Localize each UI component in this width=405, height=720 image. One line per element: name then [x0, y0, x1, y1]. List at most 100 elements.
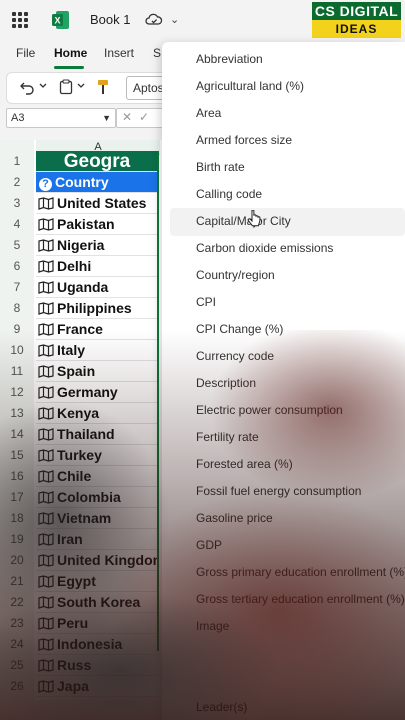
- row-number[interactable]: 9: [0, 319, 34, 340]
- title-chevron-icon[interactable]: ⌄: [170, 13, 179, 26]
- country-cell[interactable]: Turkey: [36, 445, 158, 466]
- geography-map-icon[interactable]: [38, 218, 54, 231]
- dropdown-item[interactable]: Capital/Major City: [196, 214, 291, 228]
- dropdown-item[interactable]: Image: [196, 619, 229, 633]
- tab-insert[interactable]: Insert: [104, 46, 134, 60]
- format-painter-icon[interactable]: [97, 79, 109, 95]
- dropdown-item[interactable]: Fossil fuel energy consumption: [196, 484, 361, 498]
- geography-map-icon[interactable]: [38, 512, 54, 525]
- row-number[interactable]: 23: [0, 613, 34, 634]
- dropdown-item[interactable]: Gross tertiary education enrollment (%): [196, 592, 405, 606]
- enter-icon[interactable]: ✓: [139, 110, 149, 124]
- country-cell[interactable]: Germany: [36, 382, 158, 403]
- row-number[interactable]: 11: [0, 361, 34, 382]
- name-box-dropdown-icon[interactable]: ▼: [102, 109, 111, 127]
- geography-map-icon[interactable]: [38, 260, 54, 273]
- country-cell[interactable]: Indonesia: [36, 634, 158, 655]
- country-cell[interactable]: Japa: [36, 676, 158, 697]
- geography-map-icon[interactable]: [38, 659, 54, 672]
- dropdown-item[interactable]: CPI Change (%): [196, 322, 283, 336]
- dropdown-item[interactable]: Fertility rate: [196, 430, 259, 444]
- geography-map-icon[interactable]: [38, 554, 54, 567]
- row-number[interactable]: 25: [0, 655, 34, 676]
- row-number[interactable]: 6: [0, 256, 34, 277]
- name-box[interactable]: A3 ▼: [6, 108, 116, 128]
- dropdown-item[interactable]: Electric power consumption: [196, 403, 343, 417]
- dropdown-item[interactable]: Abbreviation: [196, 52, 263, 66]
- row-number[interactable]: 17: [0, 487, 34, 508]
- geography-map-icon[interactable]: [38, 428, 54, 441]
- tab-home[interactable]: Home: [54, 46, 87, 60]
- row-number[interactable]: 7: [0, 277, 34, 298]
- row-number[interactable]: 10: [0, 340, 34, 361]
- geography-map-icon[interactable]: [38, 533, 54, 546]
- row-number[interactable]: 13: [0, 403, 34, 424]
- country-cell[interactable]: Vietnam: [36, 508, 158, 529]
- geography-map-icon[interactable]: [38, 617, 54, 630]
- geography-map-icon[interactable]: [38, 449, 54, 462]
- dropdown-item[interactable]: Description: [196, 376, 256, 390]
- dropdown-item[interactable]: Forested area (%): [196, 457, 293, 471]
- geography-map-icon[interactable]: [38, 386, 54, 399]
- country-cell[interactable]: Iran: [36, 529, 158, 550]
- country-cell[interactable]: United States: [36, 193, 158, 214]
- geography-map-icon[interactable]: [38, 197, 54, 210]
- row-number[interactable]: 2: [0, 172, 34, 193]
- country-cell[interactable]: France: [36, 319, 158, 340]
- dropdown-item[interactable]: Area: [196, 106, 221, 120]
- geography-map-icon[interactable]: [38, 680, 54, 693]
- row-number[interactable]: 26: [0, 676, 34, 697]
- tab-file[interactable]: File: [16, 46, 35, 60]
- country-cell[interactable]: Italy: [36, 340, 158, 361]
- app-launcher-icon[interactable]: [12, 12, 28, 28]
- geography-map-icon[interactable]: [38, 638, 54, 651]
- row-number[interactable]: 14: [0, 424, 34, 445]
- document-title[interactable]: Book 1: [90, 12, 130, 27]
- dropdown-item[interactable]: Carbon dioxide emissions: [196, 241, 333, 255]
- row-number[interactable]: 12: [0, 382, 34, 403]
- country-cell[interactable]: Chile: [36, 466, 158, 487]
- geography-map-icon[interactable]: [38, 596, 54, 609]
- geography-map-icon[interactable]: [38, 470, 54, 483]
- row-number[interactable]: 8: [0, 298, 34, 319]
- geography-map-icon[interactable]: [38, 344, 54, 357]
- row-number[interactable]: 22: [0, 592, 34, 613]
- dropdown-item[interactable]: Birth rate: [196, 160, 245, 174]
- geography-map-icon[interactable]: [38, 575, 54, 588]
- paste-icon[interactable]: [59, 79, 73, 95]
- dropdown-item[interactable]: Agricultural land (%): [196, 79, 304, 93]
- geography-map-icon[interactable]: [38, 302, 54, 315]
- row-number[interactable]: 19: [0, 529, 34, 550]
- geography-map-icon[interactable]: [38, 239, 54, 252]
- row-number[interactable]: 15: [0, 445, 34, 466]
- paste-dropdown-icon[interactable]: [77, 83, 85, 89]
- cloud-saved-icon[interactable]: [145, 11, 163, 29]
- dropdown-item[interactable]: GDP: [196, 538, 222, 552]
- dropdown-item[interactable]: Armed forces size: [196, 133, 292, 147]
- country-cell[interactable]: Nigeria: [36, 235, 158, 256]
- header-cell[interactable]: Geogra: [36, 151, 158, 172]
- row-number[interactable]: 18: [0, 508, 34, 529]
- row-number[interactable]: 3: [0, 193, 34, 214]
- row-number[interactable]: 16: [0, 466, 34, 487]
- cancel-icon[interactable]: ✕: [122, 110, 132, 124]
- dropdown-item[interactable]: Currency code: [196, 349, 274, 363]
- dropdown-item-leaders[interactable]: Leader(s): [196, 700, 247, 714]
- country-cell[interactable]: Colombia: [36, 487, 158, 508]
- geography-map-icon[interactable]: [38, 407, 54, 420]
- country-cell[interactable]: Delhi: [36, 256, 158, 277]
- geography-map-icon[interactable]: [38, 323, 54, 336]
- row-number[interactable]: 5: [0, 235, 34, 256]
- dropdown-item[interactable]: Country/region: [196, 268, 275, 282]
- undo-icon[interactable]: [19, 79, 35, 95]
- tab-share-partial[interactable]: S: [153, 46, 161, 60]
- undo-dropdown-icon[interactable]: [39, 83, 47, 89]
- dropdown-item[interactable]: CPI: [196, 295, 216, 309]
- geography-map-icon[interactable]: [38, 281, 54, 294]
- row-number[interactable]: 1: [0, 151, 34, 172]
- dropdown-item[interactable]: Gross primary education enrollment (%): [196, 565, 405, 579]
- row-number[interactable]: 4: [0, 214, 34, 235]
- country-cell[interactable]: Uganda: [36, 277, 158, 298]
- row-number[interactable]: 24: [0, 634, 34, 655]
- country-cell[interactable]: Spain: [36, 361, 158, 382]
